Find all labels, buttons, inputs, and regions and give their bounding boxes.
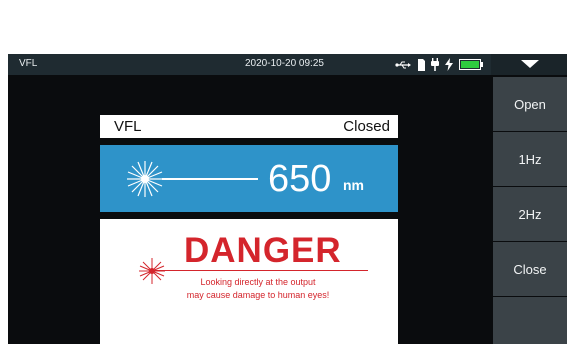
wavelength-value: 650: [268, 158, 332, 200]
1hz-button[interactable]: 1Hz: [493, 132, 567, 186]
status-text: Closed: [343, 118, 390, 135]
warning-divider: [154, 270, 368, 271]
app-name: VFL: [19, 58, 38, 69]
chevron-down-icon: [521, 60, 539, 68]
blank-button[interactable]: [493, 297, 567, 344]
sidebar: Open 1Hz 2Hz Close: [491, 75, 567, 344]
datetime: 2020-10-20 09:25: [245, 58, 324, 69]
danger-title: DANGER: [184, 231, 342, 270]
sd-card-icon: [418, 58, 425, 71]
warning-line-1: Looking directly at the output: [200, 277, 316, 287]
plug-icon: [431, 58, 439, 71]
laser-starburst-icon: [127, 161, 163, 197]
panel-title: VFL: [114, 118, 142, 135]
usb-icon: [395, 60, 411, 69]
warning-message: Looking directly at the output may cause…: [140, 276, 376, 302]
battery-icon: [459, 59, 483, 70]
vfl-panel: VFL Closed 650 nm DANGER Looking directl…: [100, 115, 398, 344]
charging-icon: [445, 58, 453, 71]
status-bar: VFL 2020-10-20 09:25: [8, 54, 567, 75]
close-button[interactable]: Close: [493, 242, 567, 296]
wavelength-display: 650 nm: [100, 145, 398, 212]
device-screen: VFL 2020-10-20 09:25 Open 1Hz 2Hz Close …: [8, 54, 567, 344]
warning-line-2: may cause damage to human eyes!: [186, 290, 330, 300]
menu-button[interactable]: [491, 54, 567, 75]
open-button[interactable]: Open: [493, 77, 567, 131]
panel-header: VFL Closed: [100, 115, 398, 138]
2hz-button[interactable]: 2Hz: [493, 187, 567, 241]
status-icons: [395, 57, 483, 72]
danger-warning: DANGER Looking directly at the output ma…: [100, 219, 398, 344]
laser-beam-line: [162, 178, 258, 180]
wavelength-unit: nm: [343, 177, 364, 193]
